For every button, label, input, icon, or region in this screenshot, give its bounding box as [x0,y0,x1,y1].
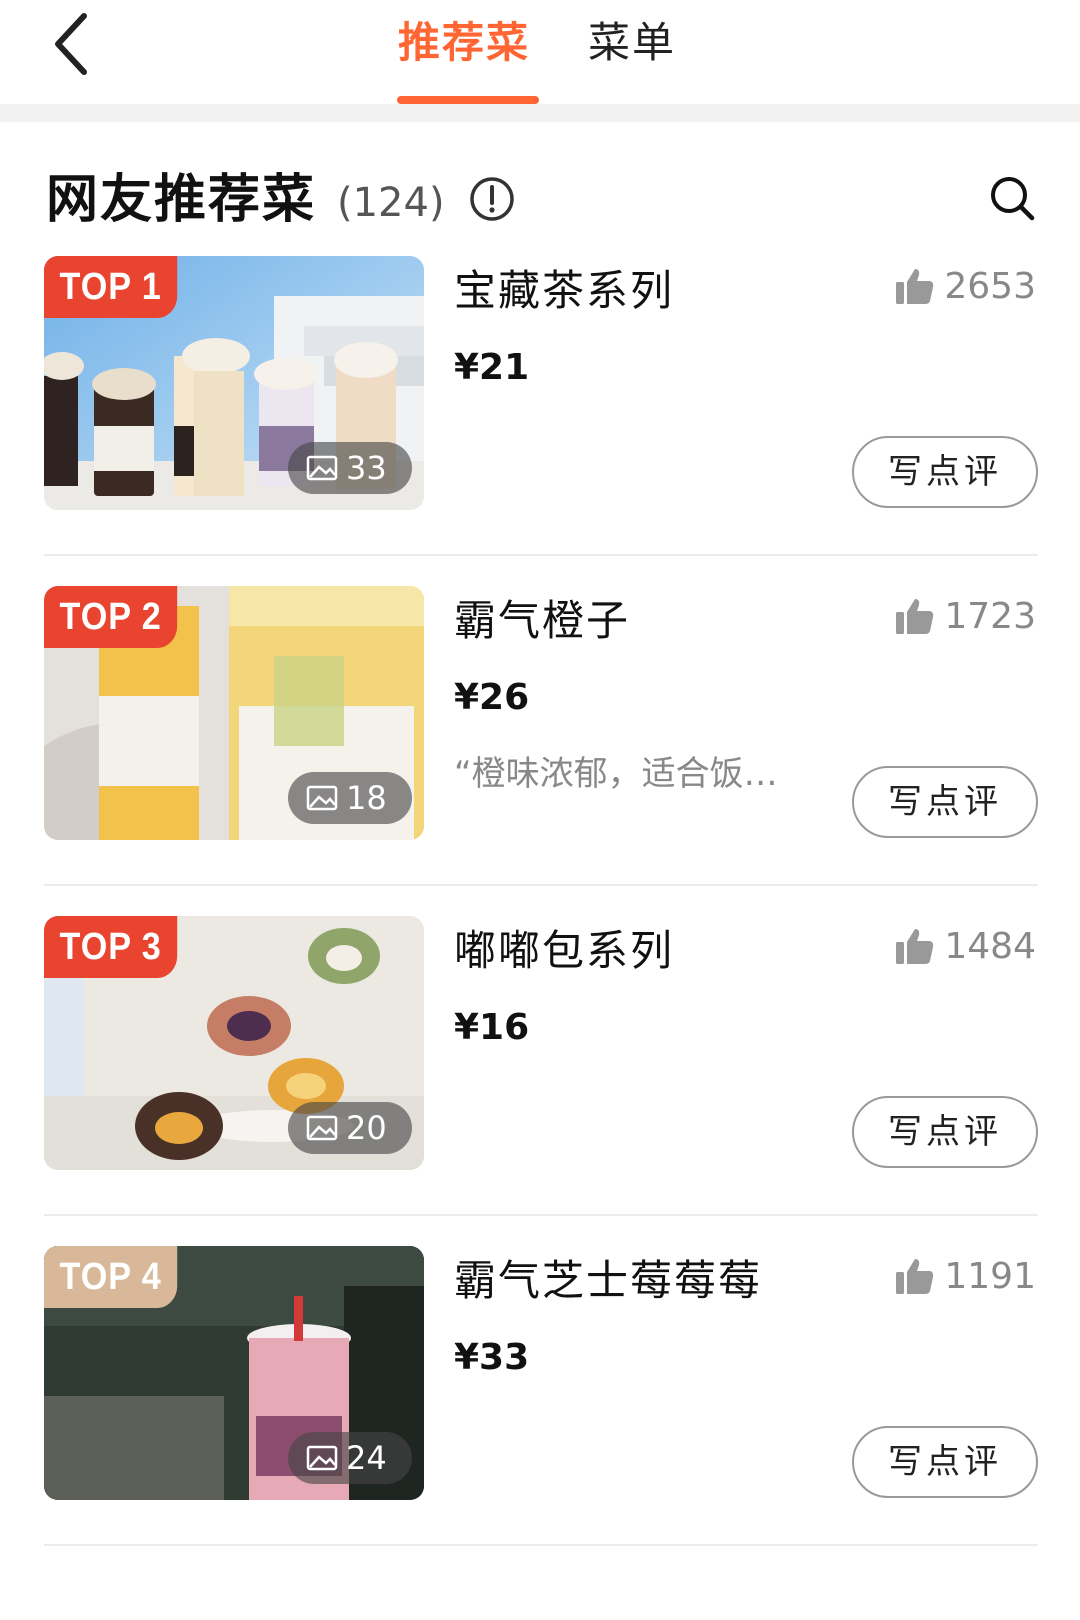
dish-name: 嘟嘟包系列 [454,926,675,975]
section-title: 网友推荐菜 [46,170,317,230]
like-count-value: 2653 [944,265,1036,307]
write-review-button[interactable]: 写点评 [852,766,1038,838]
dish-photo[interactable]: TOP 4 24 [44,1246,424,1500]
image-icon [306,1445,338,1471]
photo-count-badge: 18 [288,772,412,824]
image-icon [306,785,338,811]
dish-name: 霸气橙子 [454,596,631,645]
dish-photo[interactable]: TOP 3 20 [44,916,424,1170]
like-count[interactable]: 1723 [894,592,1036,640]
section-separator [0,104,1080,122]
top-nav-bar: 推荐菜 菜单 [0,0,1080,104]
photo-count: 33 [346,449,387,487]
like-count-value: 1484 [944,925,1036,967]
review-snippet: “橙味浓郁，适合饭… [454,754,778,794]
dish-item[interactable]: TOP 1 33 宝藏茶系列 ¥21 2653 写点评 [0,256,1080,596]
thumbs-up-icon [896,599,934,634]
search-icon[interactable] [988,174,1036,222]
photo-count: 18 [346,779,387,817]
like-count[interactable]: 1191 [894,1252,1036,1300]
dish-name: 宝藏茶系列 [454,266,675,315]
item-divider [44,884,1038,886]
active-tab-indicator [397,96,539,104]
image-icon [306,455,338,481]
like-count-value: 1723 [944,595,1036,637]
chevron-left-icon [55,13,87,75]
rank-badge: TOP 3 [44,916,178,978]
photo-count-badge: 33 [288,442,412,494]
like-count[interactable]: 1484 [894,922,1036,970]
like-count-value: 1191 [944,1255,1036,1297]
photo-count: 24 [346,1439,387,1477]
like-count[interactable]: 2653 [894,262,1036,310]
section-count: (124) [337,180,445,226]
dish-photo[interactable]: TOP 2 18 [44,586,424,840]
write-review-button[interactable]: 写点评 [852,1096,1038,1168]
thumbs-up-icon [896,1259,934,1294]
write-review-button[interactable]: 写点评 [852,436,1038,508]
info-icon[interactable] [468,175,516,223]
item-divider [44,1544,1038,1546]
thumbs-up-icon [896,929,934,964]
dish-name: 霸气芝士莓莓莓 [454,1256,763,1305]
tab-menu[interactable]: 菜单 [588,14,676,72]
write-review-button[interactable]: 写点评 [852,1426,1038,1498]
image-icon [306,1115,338,1141]
photo-count: 20 [346,1109,387,1147]
dish-price: ¥33 [454,1337,530,1378]
dish-price: ¥21 [454,347,530,388]
dish-photo[interactable]: TOP 1 33 [44,256,424,510]
tab-recommended[interactable]: 推荐菜 [398,14,530,72]
dish-item[interactable]: TOP 4 24 霸气芝士莓莓莓 ¥33 1191 写点评 [0,1246,1080,1586]
dish-item[interactable]: TOP 2 18 霸气橙子 ¥26 “橙味浓郁，适合饭… 1723 写点评 [0,586,1080,926]
rank-badge: TOP 2 [44,586,178,648]
dish-item[interactable]: TOP 3 20 嘟嘟包系列 ¥16 1484 写点评 [0,916,1080,1256]
photo-count-badge: 24 [288,1432,412,1484]
dish-price: ¥16 [454,1007,530,1048]
item-divider [44,1214,1038,1216]
rank-badge: TOP 1 [44,256,178,318]
thumbs-up-icon [896,269,934,304]
photo-count-badge: 20 [288,1102,412,1154]
back-button[interactable] [44,8,104,78]
dish-price: ¥26 [454,677,530,718]
item-divider [44,554,1038,556]
rank-badge: TOP 4 [44,1246,178,1308]
